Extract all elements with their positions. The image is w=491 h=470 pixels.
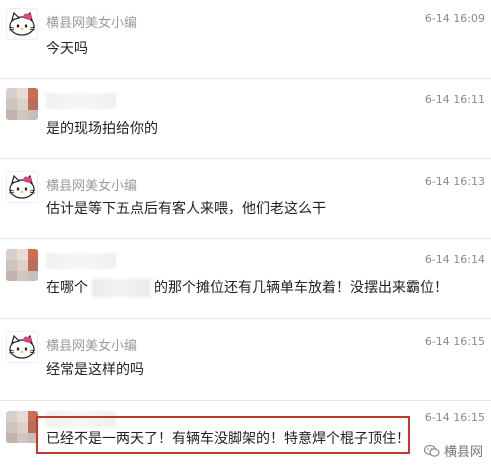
blurred-sender-name bbox=[46, 253, 116, 269]
hello-kitty-avatar[interactable] bbox=[6, 171, 38, 203]
pixelated-avatar[interactable] bbox=[6, 249, 38, 281]
blurred-location bbox=[92, 279, 150, 297]
message-time: 6-14 16:14 bbox=[424, 253, 485, 266]
chat-message: 6-14 16:14 在哪个 的那个摊位还有几辆单车放着！没摆出来霸位！ bbox=[0, 239, 491, 317]
hello-kitty-avatar[interactable] bbox=[6, 331, 38, 363]
chat-message: 横县网美女小编 6-14 16:09 今天吗 bbox=[0, 0, 491, 78]
message-text-before: 在哪个 bbox=[46, 280, 88, 296]
hello-kitty-icon bbox=[8, 174, 36, 199]
sender-name[interactable]: 横县网美女小编 bbox=[46, 335, 137, 354]
blurred-sender-name bbox=[46, 93, 116, 109]
chat-message: 6-14 16:11 是的现场拍给你的 bbox=[0, 79, 491, 157]
pixelated-avatar[interactable] bbox=[6, 88, 38, 120]
watermark-text: 横县网 bbox=[443, 445, 483, 460]
message-text-after: 的那个摊位还有几辆单车放着！没摆出来霸位！ bbox=[154, 280, 448, 296]
message-time: 6-14 16:15 bbox=[424, 335, 485, 348]
wechat-icon bbox=[423, 444, 440, 457]
message-text: 是的现场拍给你的 bbox=[46, 121, 158, 137]
message-time: 6-14 16:11 bbox=[424, 93, 485, 106]
hello-kitty-avatar[interactable] bbox=[6, 8, 38, 40]
message-time: 6-14 16:15 bbox=[424, 411, 485, 424]
chat-history: 横县网美女小编 6-14 16:09 今天吗 6-14 16:11 是的现场拍给… bbox=[0, 0, 491, 470]
message-text: 在哪个 的那个摊位还有几辆单车放着！没摆出来霸位！ bbox=[46, 277, 448, 297]
message-text: 经常是这样的吗 bbox=[46, 362, 144, 378]
hello-kitty-icon bbox=[8, 334, 36, 359]
message-text: 今天吗 bbox=[46, 41, 88, 57]
hello-kitty-icon bbox=[8, 11, 36, 36]
message-time: 6-14 16:13 bbox=[424, 175, 485, 188]
highlight-box bbox=[36, 416, 410, 454]
chat-message: 横县网美女小编 6-14 16:15 经常是这样的吗 bbox=[0, 319, 491, 399]
sender-name[interactable]: 横县网美女小编 bbox=[46, 175, 137, 194]
pixelated-avatar[interactable] bbox=[6, 411, 38, 443]
message-time: 6-14 16:09 bbox=[424, 12, 485, 25]
message-text: 估计是等下五点后有客人来喂，他们老这么干 bbox=[46, 201, 326, 217]
chat-message: 横县网美女小编 6-14 16:13 估计是等下五点后有客人来喂，他们老这么干 bbox=[0, 159, 491, 237]
watermark: 横县网 bbox=[423, 441, 483, 460]
sender-name[interactable]: 横县网美女小编 bbox=[46, 12, 137, 31]
